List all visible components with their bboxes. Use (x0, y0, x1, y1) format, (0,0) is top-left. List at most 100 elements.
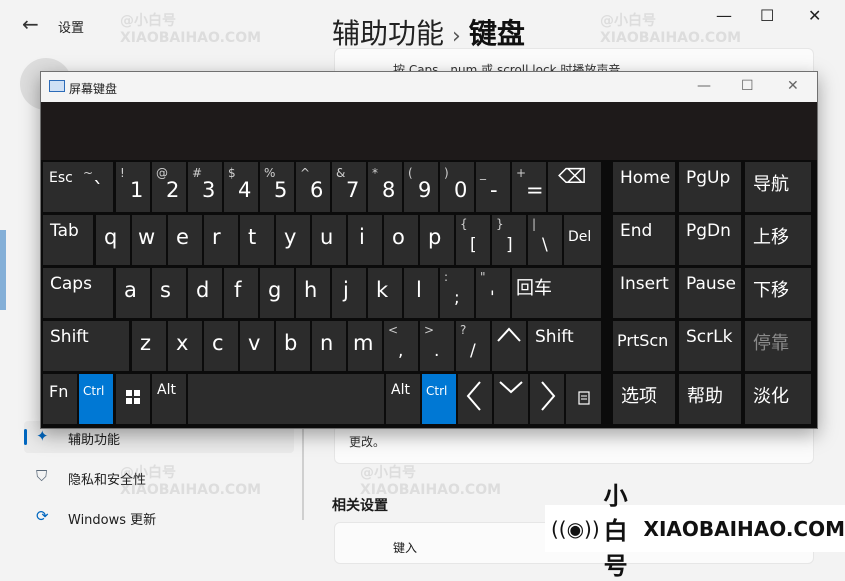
key-u[interactable]: u (312, 215, 346, 265)
key-period[interactable]: > . (420, 321, 454, 371)
key-comma[interactable]: < , (384, 321, 418, 371)
key-v[interactable]: v (240, 321, 274, 371)
key-arrow-up[interactable] (492, 321, 526, 371)
key-p[interactable]: p (420, 215, 454, 265)
key-fade[interactable]: 淡化 (745, 374, 811, 424)
key-y[interactable]: y (276, 215, 310, 265)
key-r[interactable]: r (204, 215, 238, 265)
key-fn[interactable]: Fn (43, 374, 77, 424)
key-slash[interactable]: ? / (456, 321, 490, 371)
key-del[interactable]: Del (564, 215, 601, 265)
key-left-ctrl[interactable]: Ctrl (79, 374, 113, 424)
key-right-alt[interactable]: Alt (386, 374, 420, 424)
close-icon[interactable]: ✕ (808, 6, 821, 25)
key-d[interactable]: d (188, 268, 222, 318)
key-left-bracket[interactable]: { [ (456, 215, 490, 265)
key-arrow-right[interactable] (530, 374, 564, 424)
key-w[interactable]: w (132, 215, 166, 265)
key-backspace[interactable]: ⌫ (548, 162, 601, 212)
key-2[interactable]: @ 2 (152, 162, 186, 212)
key-1[interactable]: ! 1 (116, 162, 150, 212)
key-g[interactable]: g (260, 268, 294, 318)
key-scrlk[interactable]: ScrLk (679, 321, 741, 371)
key-q[interactable]: q (96, 215, 130, 265)
key-9[interactable]: ( 9 (404, 162, 438, 212)
key-tab[interactable]: Tab (43, 215, 93, 265)
breadcrumb-accessibility[interactable]: 辅助功能 (332, 17, 444, 50)
key-space[interactable] (188, 374, 384, 424)
key-left-shift[interactable]: Shift (43, 321, 129, 371)
key-quote[interactable]: " ' (476, 268, 510, 318)
key-a[interactable]: a (116, 268, 150, 318)
key-t[interactable]: t (240, 215, 274, 265)
back-arrow-icon[interactable]: ← (22, 12, 39, 36)
key-arrow-down[interactable] (494, 374, 528, 424)
key-backslash[interactable]: | \ (528, 215, 562, 265)
minimize-icon[interactable]: — (697, 78, 711, 94)
key-x[interactable]: x (168, 321, 202, 371)
osk-titlebar[interactable]: 屏幕键盘 — ☐ ✕ (41, 72, 817, 102)
key-prtscn[interactable]: PrtScn (613, 321, 675, 371)
maximize-icon[interactable]: ☐ (741, 78, 754, 94)
key-left-alt[interactable]: Alt (152, 374, 186, 424)
key-home[interactable]: Home (613, 162, 675, 212)
key-arrow-left[interactable] (458, 374, 492, 424)
key-right-shift[interactable]: Shift (528, 321, 601, 371)
key-minus[interactable]: _ - (476, 162, 510, 212)
key-end[interactable]: End (613, 215, 675, 265)
key-right-bracket[interactable]: } ] (492, 215, 526, 265)
key-nav[interactable]: 导航 (745, 162, 811, 212)
maximize-icon[interactable]: ☐ (760, 6, 774, 25)
sidebar-item-windows-update[interactable]: ⟳ Windows 更新 (24, 501, 294, 533)
settings-card-text: 更改。 (349, 435, 386, 449)
key-4[interactable]: $ 4 (224, 162, 258, 212)
key-c[interactable]: c (204, 321, 238, 371)
key-z[interactable]: z (132, 321, 166, 371)
key-backtick[interactable]: ~ ` (79, 162, 113, 212)
minimize-icon[interactable]: — (716, 6, 732, 25)
key-5[interactable]: % 5 (260, 162, 294, 212)
key-pause[interactable]: Pause (679, 268, 741, 318)
key-s[interactable]: s (152, 268, 186, 318)
key-i[interactable]: i (348, 215, 382, 265)
key-h[interactable]: h (296, 268, 330, 318)
key-dock[interactable]: 停靠 (745, 321, 811, 371)
key-m[interactable]: m (348, 321, 382, 371)
settings-card: 更改。 (334, 424, 814, 464)
key-o[interactable]: o (384, 215, 418, 265)
chevron-right-icon (541, 381, 556, 411)
key-f[interactable]: f (224, 268, 258, 318)
background-window-edge (0, 230, 6, 310)
key-pgdn[interactable]: PgDn (679, 215, 741, 265)
key-insert[interactable]: Insert (613, 268, 675, 318)
key-windows[interactable] (116, 374, 150, 424)
key-0[interactable]: ) 0 (440, 162, 474, 212)
chevron-up-icon (497, 327, 521, 342)
key-8[interactable]: * 8 (368, 162, 402, 212)
key-enter[interactable]: 回车 (512, 268, 601, 318)
key-semicolon[interactable]: : ; (440, 268, 474, 318)
key-j[interactable]: j (332, 268, 366, 318)
key-move-down[interactable]: 下移 (745, 268, 811, 318)
key-k[interactable]: k (368, 268, 402, 318)
key-6[interactable]: ^ 6 (296, 162, 330, 212)
key-menu[interactable] (566, 374, 601, 424)
key-right-ctrl[interactable]: Ctrl (422, 374, 456, 424)
key-e[interactable]: e (168, 215, 202, 265)
key-equals[interactable]: + = (512, 162, 546, 212)
key-7[interactable]: & 7 (332, 162, 366, 212)
sidebar-scrollbar[interactable] (302, 424, 304, 520)
key-help[interactable]: 帮助 (679, 374, 741, 424)
key-move-up[interactable]: 上移 (745, 215, 811, 265)
key-l[interactable]: l (404, 268, 438, 318)
keyboard-icon (49, 80, 65, 92)
key-b[interactable]: b (276, 321, 310, 371)
key-n[interactable]: n (312, 321, 346, 371)
sidebar-item-privacy[interactable]: ⛉ 隐私和安全性 (24, 461, 294, 493)
backspace-icon: ⌫ (558, 164, 587, 188)
key-pgup[interactable]: PgUp (679, 162, 741, 212)
key-options[interactable]: 选项 (613, 374, 675, 424)
close-icon[interactable]: ✕ (787, 78, 799, 94)
key-caps[interactable]: Caps (43, 268, 113, 318)
key-3[interactable]: # 3 (188, 162, 222, 212)
